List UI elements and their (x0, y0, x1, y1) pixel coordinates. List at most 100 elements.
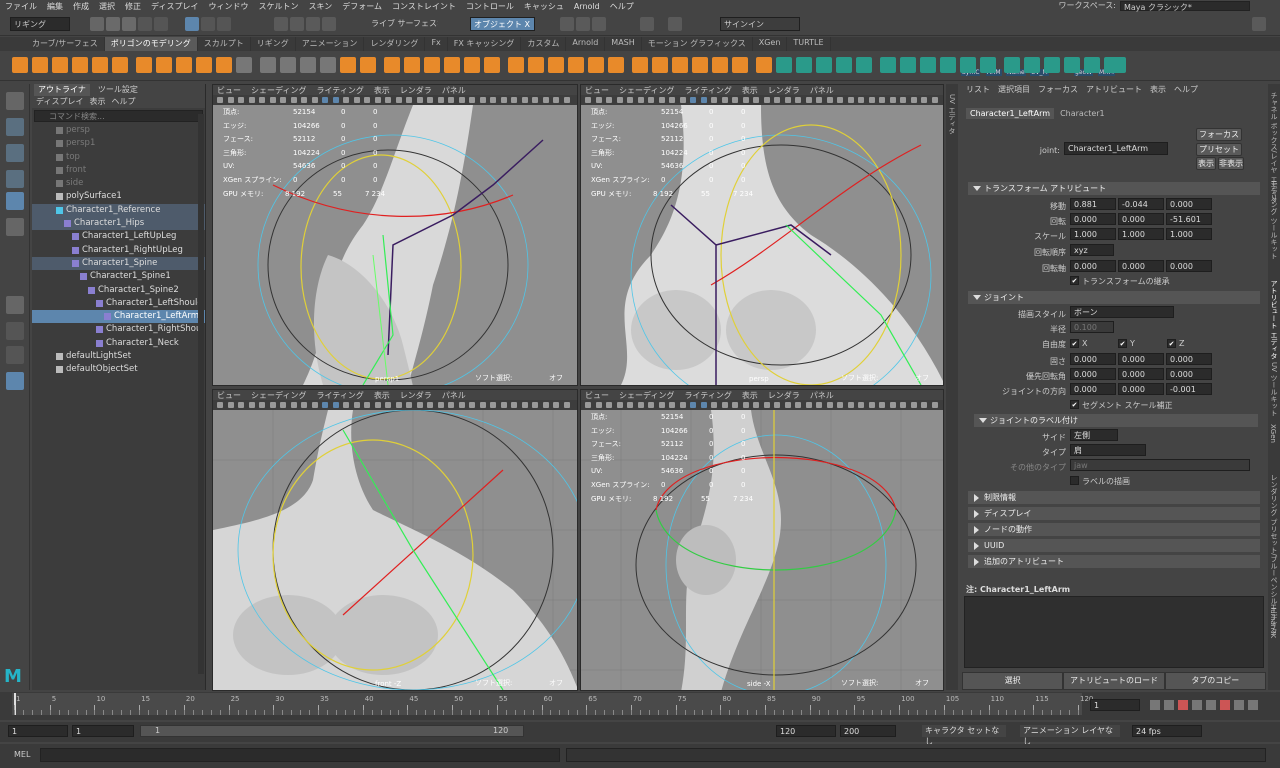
viewport-tool-icon[interactable] (416, 97, 423, 103)
outliner-menu-display[interactable]: ディスプレイ (36, 96, 83, 108)
outliner-item[interactable]: Character1_Neck (32, 337, 205, 350)
viewport-tool-icon[interactable] (627, 97, 633, 103)
viewport-tool-icon[interactable] (858, 97, 864, 103)
viewport-tool-icon[interactable] (269, 97, 276, 103)
play-back-icon[interactable] (1192, 700, 1202, 710)
shelf-tool-icon[interactable] (796, 57, 812, 73)
shelf-tool-icon[interactable] (652, 57, 668, 73)
viewport-tool-icon[interactable] (322, 97, 328, 103)
viewport-tool-icon[interactable] (826, 402, 833, 408)
outliner-scrollbar[interactable] (198, 114, 204, 674)
shelf-tool-icon[interactable] (1110, 57, 1126, 73)
viewport-tool-icon[interactable] (837, 97, 843, 103)
shelf-tool-icon[interactable] (608, 57, 624, 73)
viewport-menu-item[interactable]: レンダラ (400, 390, 432, 400)
viewport-tool-icon[interactable] (427, 97, 433, 103)
copy-tab-button[interactable]: タブのコピー (1164, 672, 1266, 690)
viewport-tool-icon[interactable] (753, 402, 759, 408)
viewport-tool-icon[interactable] (532, 97, 538, 103)
range-bar[interactable]: 1 120 (140, 725, 524, 737)
ae-menu-item[interactable]: リスト (966, 84, 990, 96)
shelf-tool-icon[interactable] (1064, 57, 1080, 73)
viewport-tool-icon[interactable] (458, 402, 465, 408)
select-button[interactable]: 選択 (962, 672, 1064, 690)
viewport-tool-icon[interactable] (500, 97, 507, 103)
viewport-tool-icon[interactable] (511, 402, 517, 408)
viewport-tool-icon[interactable] (774, 97, 780, 103)
step-back-icon[interactable] (1178, 700, 1188, 710)
ae-menu-item[interactable]: フォーカス (1038, 84, 1078, 96)
play-forward-icon[interactable] (1206, 700, 1216, 710)
viewport-tool-icon[interactable] (259, 97, 265, 103)
paint-select-icon[interactable] (6, 144, 24, 162)
open-scene-icon[interactable] (106, 17, 120, 31)
viewport-tool-icon[interactable] (479, 97, 486, 103)
menu-item[interactable]: スケルトン (253, 1, 303, 12)
viewport-front[interactable]: ビュー シェーディング ライティング 表示 レンダラ パネル front -Z ソフト選択… (212, 389, 578, 691)
viewport-tool-icon[interactable] (490, 97, 496, 103)
viewport-tool-icon[interactable] (847, 402, 854, 408)
joint-orient-field[interactable]: -0.001 (1166, 383, 1212, 395)
viewport-tool-icon[interactable] (805, 97, 812, 103)
outliner-item[interactable]: Character1_RightUpLeg (32, 244, 205, 257)
viewport-menu-item[interactable]: 表示 (742, 85, 758, 95)
viewport-tool-icon[interactable] (837, 402, 843, 408)
shelf-tool-icon[interactable] (940, 57, 956, 73)
viewport-tool-icon[interactable] (542, 97, 549, 103)
viewport-tool-icon[interactable] (395, 402, 402, 408)
radius-field[interactable]: 0.100 (1070, 321, 1114, 333)
viewport-tool-icon[interactable] (248, 402, 255, 408)
menu-item[interactable]: 作成 (68, 1, 94, 12)
rotate-axis-field[interactable]: 0.000 (1118, 260, 1164, 272)
scene-end-field[interactable]: 200 (840, 725, 896, 737)
shelf-tool-icon[interactable] (260, 57, 276, 73)
shelf-tool-icon[interactable] (880, 57, 896, 73)
viewport-menu-item[interactable]: パネル (810, 85, 834, 95)
preferred-angle-field[interactable]: 0.000 (1070, 368, 1116, 380)
shelf-tool-icon[interactable] (1044, 57, 1060, 73)
fps-dropdown[interactable]: 24 fps (1132, 725, 1202, 737)
shelf-tab[interactable]: MASH (605, 37, 642, 51)
viewport-tool-icon[interactable] (732, 97, 738, 103)
viewport-tool-icon[interactable] (406, 97, 412, 103)
viewport-tool-icon[interactable] (280, 97, 286, 103)
viewport-tool-icon[interactable] (343, 97, 349, 103)
rotate-tool-icon[interactable] (6, 192, 24, 210)
preferred-angle-field[interactable]: 0.000 (1166, 368, 1212, 380)
viewport-tool-icon[interactable] (290, 402, 297, 408)
shelf-tab[interactable]: FX キャッシング (448, 37, 522, 51)
joint-section[interactable]: ジョイント (968, 291, 1260, 304)
viewport-persp[interactable]: ビュー シェーディング ライティング 表示 レンダラ パネル 頂点: 52154 0 0 エッジ:… (580, 84, 944, 386)
viewport-tool-icon[interactable] (280, 402, 286, 408)
viewport-tool-icon[interactable] (469, 402, 475, 408)
viewport-tool-icon[interactable] (322, 402, 328, 408)
viewport-tool-icon[interactable] (847, 97, 854, 103)
viewport-menu-item[interactable]: パネル (442, 390, 466, 400)
viewport-tool-icon[interactable] (301, 97, 307, 103)
viewport-menu-item[interactable]: 表示 (374, 85, 390, 95)
viewport-tool-icon[interactable] (784, 97, 791, 103)
viewport-tool-icon[interactable] (889, 97, 896, 103)
snap-grid-icon[interactable] (274, 17, 288, 31)
viewport-menu-item[interactable]: ライティング (316, 390, 363, 400)
shelf-tab[interactable]: ポリゴンのモデリング (104, 37, 198, 51)
render-icon[interactable] (576, 17, 590, 31)
viewport-tool-icon[interactable] (227, 402, 234, 408)
rotate-axis-field[interactable]: 0.000 (1070, 260, 1116, 272)
menu-item[interactable]: コンストレイント (387, 1, 461, 12)
viewport-menu-item[interactable]: シェーディング (251, 390, 306, 400)
collapsed-section[interactable]: 制限情報 (968, 491, 1260, 504)
outliner-item[interactable]: Character1_LeftArm (32, 310, 205, 324)
draw-style-dropdown[interactable]: ボーン (1070, 306, 1174, 318)
viewport-tool-icon[interactable] (385, 97, 391, 103)
menu-item[interactable]: 修正 (120, 1, 146, 12)
viewport-tool-icon[interactable] (353, 402, 360, 408)
menu-item[interactable]: コントロール (461, 1, 519, 12)
other-type-field[interactable]: jaw (1070, 459, 1250, 471)
preferred-angle-field[interactable]: 0.000 (1118, 368, 1164, 380)
shelf-tool-icon[interactable] (52, 57, 68, 73)
shelf-tool-icon[interactable] (424, 57, 440, 73)
vertical-tab[interactable]: モデリング ツールキット (1269, 180, 1279, 259)
render-settings-icon[interactable] (640, 17, 654, 31)
shelf-tab[interactable]: モーション グラフィックス (642, 37, 753, 51)
